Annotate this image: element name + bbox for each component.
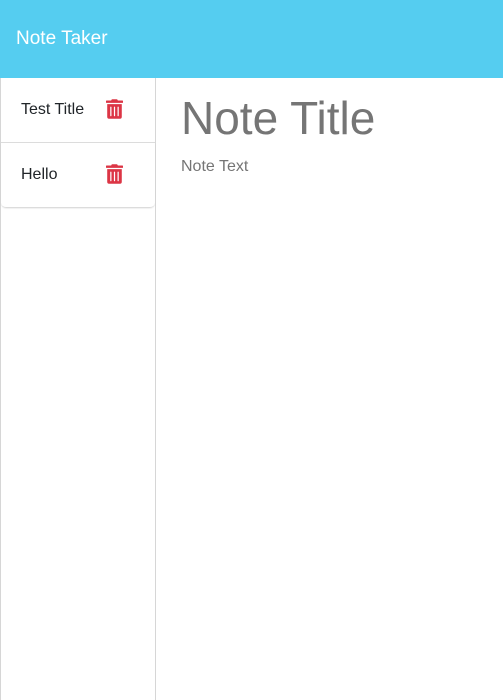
list-item[interactable]: Hello (1, 143, 155, 208)
note-item-title[interactable]: Test Title (21, 100, 84, 120)
trash-icon[interactable] (106, 99, 123, 119)
note-list: Test Title Hello (1, 78, 155, 208)
note-title-input[interactable] (181, 90, 491, 146)
app-brand[interactable]: Note Taker (16, 27, 108, 51)
note-list-sidebar: Test Title Hello (0, 78, 156, 700)
trash-icon[interactable] (106, 164, 123, 184)
navbar: Note Taker (0, 0, 503, 78)
list-item[interactable]: Test Title (1, 78, 155, 143)
note-editor (156, 78, 503, 700)
note-text-input[interactable] (181, 158, 491, 658)
note-item-title[interactable]: Hello (21, 165, 57, 185)
